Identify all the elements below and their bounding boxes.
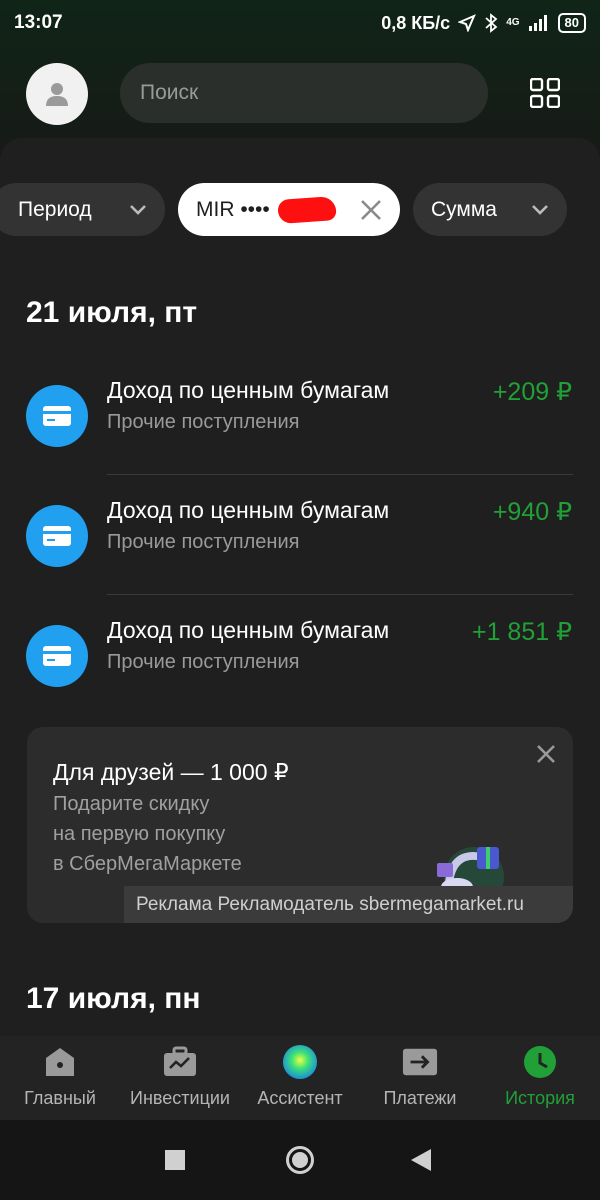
signal-icon — [528, 15, 547, 31]
transaction-row[interactable]: Доход по ценным бумагам Прочие поступлен… — [0, 595, 600, 715]
transaction-category: Прочие поступления — [107, 651, 300, 673]
clock-icon — [522, 1044, 558, 1080]
nav-tab-assistant[interactable]: Ассистент — [240, 1036, 360, 1120]
grid-icon[interactable] — [530, 78, 560, 108]
close-icon[interactable] — [535, 743, 557, 765]
home-icon — [42, 1044, 78, 1080]
section-date-heading: 17 июля, пн — [26, 982, 201, 1015]
search-input[interactable]: Поиск — [120, 63, 488, 123]
transaction-amount: +940 ₽ — [492, 498, 572, 526]
filter-amount-chip[interactable]: Сумма — [413, 183, 567, 236]
redaction-mark — [276, 195, 337, 224]
profile-avatar[interactable] — [26, 63, 88, 125]
network-speed: 0,8 КБ/с — [381, 12, 451, 33]
card-icon — [26, 505, 88, 567]
close-icon[interactable] — [360, 199, 382, 221]
section-date-heading: 21 июля, пт — [26, 296, 198, 329]
transaction-title: Доход по ценным бумагам — [107, 617, 390, 643]
promo-text-line: на первую покупку — [53, 823, 226, 845]
filter-amount-label: Сумма — [431, 197, 497, 221]
nav-tab-label: Главный — [24, 1088, 96, 1108]
promo-text-line: в СберМегаМаркете — [53, 853, 242, 875]
nav-tab-payments[interactable]: Платежи — [360, 1036, 480, 1120]
chevron-down-icon — [130, 204, 146, 215]
card-icon — [26, 625, 88, 687]
card-icon — [26, 385, 88, 447]
nav-tab-label: Платежи — [383, 1088, 457, 1108]
status-bar: 13:07 0,8 КБ/с 4G 80 — [0, 0, 600, 46]
location-icon — [458, 14, 477, 32]
filter-card-chip[interactable]: MIR •••• — [178, 183, 400, 236]
status-indicators: 0,8 КБ/с 4G 80 — [381, 13, 586, 34]
nav-tab-home[interactable]: Главный — [0, 1036, 120, 1120]
nav-tab-history[interactable]: История — [480, 1036, 600, 1120]
bottom-nav: Главный Инвестиции Ассистент Платежи Ист… — [0, 1036, 600, 1120]
battery-indicator: 80 — [557, 13, 586, 33]
transaction-amount: +1 851 ₽ — [471, 618, 572, 646]
assistant-orb-icon — [282, 1044, 318, 1080]
nav-tab-label: Инвестиции — [130, 1088, 230, 1108]
status-time: 13:07 — [14, 12, 63, 33]
filter-card-label: MIR •••• — [196, 197, 270, 221]
promo-text-line: Подарите скидку — [53, 793, 210, 815]
network-type: 4G — [506, 17, 520, 28]
bluetooth-icon — [485, 13, 498, 33]
transaction-title: Доход по ценным бумагам — [107, 497, 390, 523]
nav-tab-label: История — [505, 1088, 575, 1108]
user-icon — [46, 83, 68, 106]
promo-banner[interactable]: Для друзей — 1 000 ₽ Подарите скидку на … — [27, 727, 573, 923]
transaction-row[interactable]: Доход по ценным бумагам Прочие поступлен… — [0, 355, 600, 475]
system-nav-bar — [0, 1120, 600, 1200]
recent-apps-icon[interactable] — [165, 1150, 185, 1170]
nav-tab-investments[interactable]: Инвестиции — [120, 1036, 240, 1120]
transaction-row[interactable]: Доход по ценным бумагам Прочие поступлен… — [0, 475, 600, 595]
transaction-category: Прочие поступления — [107, 411, 300, 433]
transaction-category: Прочие поступления — [107, 531, 300, 553]
filter-period-label: Период — [18, 197, 92, 221]
home-circle-icon[interactable] — [285, 1145, 315, 1175]
promo-title: Для друзей — 1 000 ₽ — [53, 759, 289, 785]
briefcase-chart-icon — [162, 1044, 198, 1080]
filter-period-chip[interactable]: Период — [0, 183, 165, 236]
transfer-arrow-icon — [402, 1044, 438, 1080]
transaction-amount: +209 ₽ — [492, 378, 572, 406]
chevron-down-icon — [532, 204, 548, 215]
ad-disclaimer[interactable]: Реклама Рекламодатель sbermegamarket.ru — [124, 886, 573, 923]
transaction-title: Доход по ценным бумагам — [107, 377, 390, 403]
nav-tab-label: Ассистент — [257, 1088, 343, 1108]
search-placeholder: Поиск — [140, 81, 199, 104]
back-icon[interactable] — [410, 1148, 432, 1172]
